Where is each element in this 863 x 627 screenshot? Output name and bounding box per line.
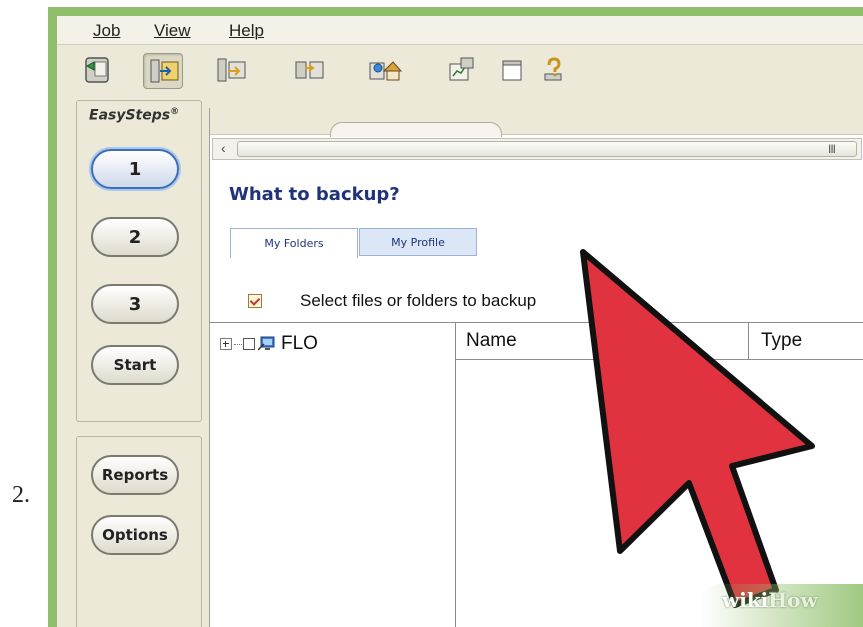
menu-view[interactable]: View bbox=[154, 21, 191, 41]
sync-button[interactable] bbox=[289, 53, 327, 87]
page-title: What to backup? bbox=[229, 184, 400, 205]
scroll-thumb[interactable]: III bbox=[237, 141, 857, 157]
report-chart-icon bbox=[449, 57, 474, 81]
restore-home-icon bbox=[369, 61, 402, 81]
tree-item-flo[interactable]: FLO bbox=[220, 333, 318, 355]
back-button[interactable] bbox=[79, 53, 117, 87]
select-files-row: Select files or folders to backup bbox=[248, 290, 536, 312]
scroll-left-arrow-icon[interactable]: ‹ bbox=[221, 140, 226, 156]
sync-icon bbox=[295, 61, 324, 79]
back-icon bbox=[85, 57, 109, 83]
utilities-panel: Reports Options bbox=[76, 436, 202, 627]
report-button[interactable] bbox=[443, 53, 481, 87]
step-2-button[interactable]: 2 bbox=[91, 217, 179, 257]
restore-button[interactable] bbox=[364, 53, 402, 87]
step-number: 2. bbox=[12, 482, 30, 508]
column-type-header[interactable]: Type bbox=[761, 330, 802, 352]
step-1-button[interactable]: 1 bbox=[91, 149, 179, 189]
backup-wizard-icon bbox=[150, 59, 179, 83]
blank-window-icon bbox=[502, 60, 522, 81]
tree-item-checkbox[interactable] bbox=[243, 338, 255, 350]
horizontal-scrollbar[interactable]: ‹ III bbox=[212, 138, 862, 160]
app-window: Job View Help EasySteps® 1 2 3 Start Rep… bbox=[57, 16, 863, 627]
registered-mark: ® bbox=[170, 107, 180, 117]
easysteps-panel: EasySteps® 1 2 3 Start bbox=[76, 100, 202, 422]
backup-wizard-button[interactable] bbox=[143, 53, 183, 89]
scroll-grip-icon: III bbox=[828, 142, 836, 156]
select-files-label: Select files or folders to backup bbox=[300, 291, 537, 310]
file-list-header: Name Type bbox=[456, 323, 863, 360]
options-button[interactable]: Options bbox=[91, 515, 179, 555]
column-name-header[interactable]: Name bbox=[466, 330, 517, 352]
tab-my-profile[interactable]: My Profile bbox=[359, 228, 477, 256]
network-computer-icon bbox=[258, 336, 275, 351]
help-button[interactable] bbox=[537, 53, 575, 87]
menu-bar: Job View Help bbox=[57, 16, 863, 45]
step-3-button[interactable]: 3 bbox=[91, 284, 179, 324]
start-button[interactable]: Start bbox=[91, 345, 179, 385]
column-divider[interactable] bbox=[748, 323, 749, 359]
menu-help[interactable]: Help bbox=[229, 21, 264, 41]
tree-item-label: FLO bbox=[281, 333, 318, 354]
toolbar bbox=[57, 45, 863, 97]
content-top-strip bbox=[210, 108, 863, 137]
easysteps-title: EasySteps® bbox=[89, 107, 179, 124]
menu-job[interactable]: Job bbox=[93, 21, 120, 41]
window-button[interactable] bbox=[496, 53, 534, 87]
help-icon bbox=[544, 57, 562, 81]
easysteps-title-text: EasySteps bbox=[89, 107, 171, 124]
main-content: ‹ III What to backup? My Folders My Prof… bbox=[209, 108, 863, 627]
file-list: Name Type bbox=[456, 322, 863, 627]
reports-button[interactable]: Reports bbox=[91, 455, 179, 495]
checkmark-icon bbox=[248, 294, 262, 308]
watermark-how: How bbox=[768, 588, 818, 612]
wikihow-watermark: wikiHow bbox=[722, 588, 818, 612]
copy-files-button[interactable] bbox=[211, 53, 249, 87]
copy-files-icon bbox=[217, 58, 246, 82]
tree-connector bbox=[234, 343, 242, 345]
content-tab-nub bbox=[330, 122, 502, 137]
watermark-wiki: wiki bbox=[722, 588, 769, 612]
folder-tree: FLO bbox=[210, 322, 456, 627]
expand-plus-icon[interactable] bbox=[220, 338, 232, 350]
tab-my-folders[interactable]: My Folders bbox=[230, 228, 358, 258]
